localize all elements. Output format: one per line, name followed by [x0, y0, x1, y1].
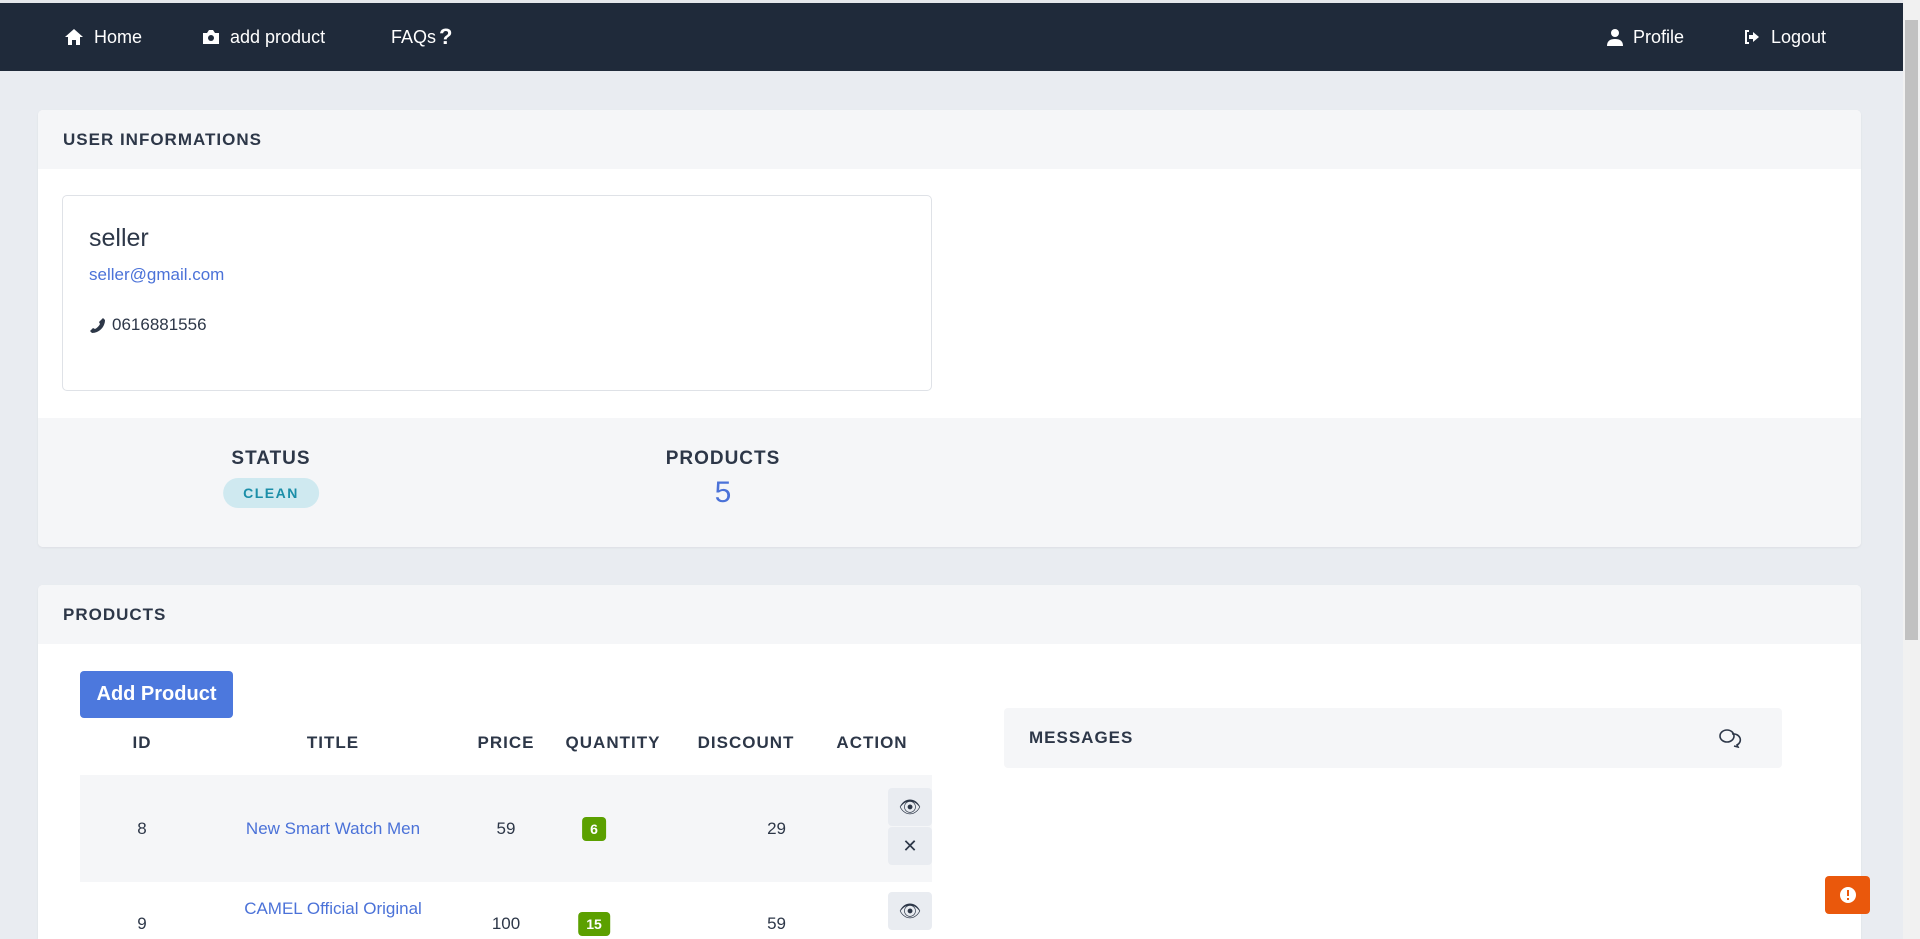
product-discount: 29 — [767, 818, 786, 838]
alert-button[interactable] — [1825, 876, 1870, 914]
products-count: 5 — [714, 476, 732, 509]
column-header-title: TITLE — [306, 733, 360, 752]
column-header-price: PRICE — [477, 733, 535, 752]
product-id: 8 — [137, 818, 147, 838]
user-phone-number: 0616881556 — [112, 315, 207, 334]
nav-add-product[interactable]: add product — [202, 3, 325, 71]
user-stats: STATUS CLEAN PRODUCTS 5 — [38, 418, 1861, 547]
table-row: 9 CAMEL Official Original 100 15 59 👁 — [80, 882, 932, 936]
column-header-id: ID — [132, 733, 152, 752]
quantity-badge: 15 — [578, 912, 610, 936]
messages-panel: MESSAGES — [1004, 708, 1782, 768]
navbar: Home add product FAQs? Profile Logout — [0, 0, 1903, 71]
products-label: PRODUCTS — [665, 448, 781, 469]
nav-home-label: Home — [94, 26, 143, 47]
scrollbar[interactable] — [1903, 0, 1920, 939]
column-header-discount: DISCOUNT — [697, 733, 795, 752]
table-row: 8 New Smart Watch Men 59 6 29 👁 ✕ — [80, 775, 932, 882]
view-button[interactable]: 👁 — [888, 788, 932, 826]
phone-icon — [90, 317, 105, 333]
product-price: 100 — [491, 914, 521, 933]
eye-icon: 👁 — [898, 900, 922, 921]
eye-icon: 👁 — [898, 796, 922, 817]
column-header-action: ACTION — [836, 733, 908, 752]
user-phone: 0616881556 — [89, 315, 905, 335]
product-discount: 59 — [767, 914, 786, 933]
nav-profile-label: Profile — [1633, 26, 1685, 47]
products-card: PRODUCTS Add Product ID TITLE PRICE QUAN… — [38, 585, 1861, 939]
messages-title: MESSAGES — [1029, 728, 1134, 747]
add-product-button[interactable]: Add Product — [80, 671, 233, 718]
quantity-badge: 6 — [582, 816, 606, 841]
close-icon: ✕ — [902, 835, 918, 856]
delete-button[interactable]: ✕ — [888, 827, 932, 865]
user-email[interactable]: seller@gmail.com — [89, 265, 905, 285]
camera-icon — [203, 30, 219, 44]
nav-logout[interactable]: Logout — [1743, 3, 1826, 71]
product-price: 59 — [496, 818, 516, 838]
product-id: 9 — [137, 914, 147, 933]
user-icon — [1607, 29, 1623, 46]
question-icon: ? — [439, 24, 453, 49]
user-info-title: USER INFORMATIONS — [38, 110, 1861, 169]
nav-logout-label: Logout — [1771, 26, 1827, 47]
status-stat: STATUS CLEAN — [223, 448, 319, 508]
column-header-quantity: QUANTITY — [565, 733, 661, 752]
product-title-link[interactable]: CAMEL Official Original — [244, 898, 422, 920]
user-details: seller seller@gmail.com 0616881556 — [62, 195, 932, 391]
nav-home[interactable]: Home — [64, 3, 142, 71]
nav-faqs[interactable]: FAQs? — [391, 3, 452, 71]
chat-icon[interactable] — [1718, 728, 1742, 748]
products-stat: PRODUCTS 5 — [666, 448, 781, 510]
products-title: PRODUCTS — [38, 585, 1861, 644]
home-icon — [65, 29, 83, 45]
logout-icon — [1745, 30, 1759, 44]
nav-add-product-label: add product — [230, 26, 326, 47]
status-badge: CLEAN — [223, 478, 319, 508]
view-button[interactable]: 👁 — [888, 892, 932, 930]
nav-faqs-label: FAQs — [391, 26, 437, 47]
status-label: STATUS — [231, 448, 311, 469]
user-name: seller — [89, 224, 149, 252]
nav-profile[interactable]: Profile — [1607, 3, 1684, 71]
exclamation-icon — [1839, 887, 1856, 903]
user-info-card: USER INFORMATIONS seller seller@gmail.co… — [38, 110, 1861, 547]
scrollbar-thumb[interactable] — [1905, 20, 1918, 640]
product-title-link[interactable]: New Smart Watch Men — [246, 817, 420, 839]
